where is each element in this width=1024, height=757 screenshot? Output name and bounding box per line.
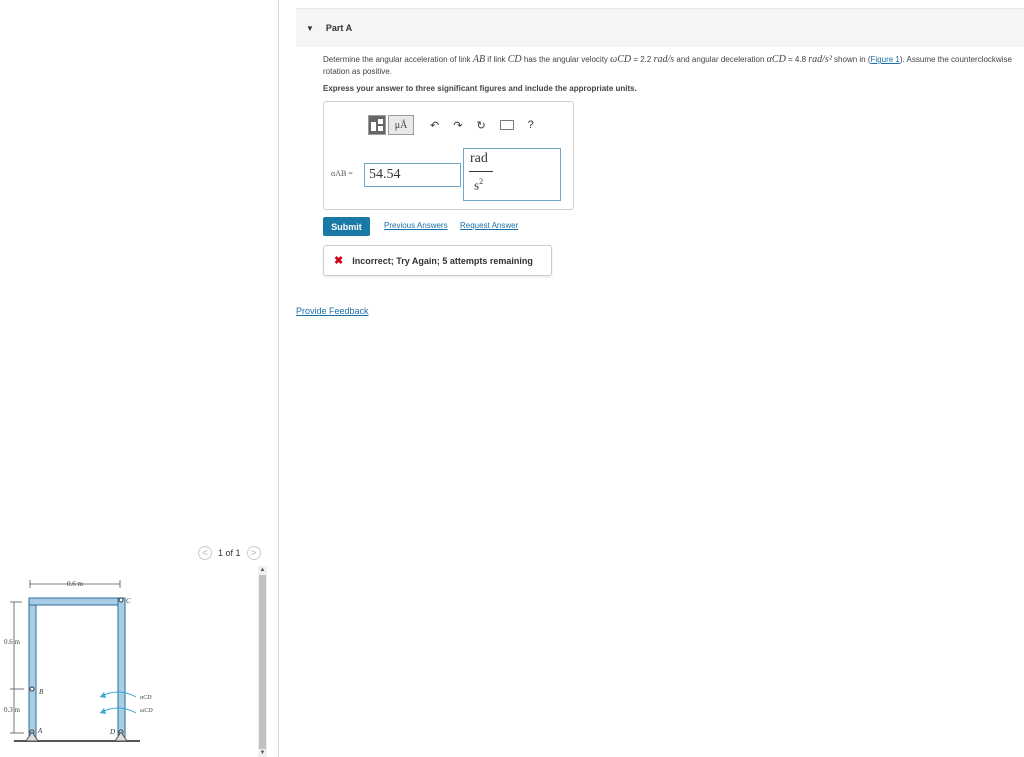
incorrect-icon: ✖ — [334, 255, 344, 267]
dim-left-lower-label: 0.3 m — [4, 706, 21, 714]
label-c: C — [126, 597, 131, 605]
submit-button[interactable]: Submit — [323, 217, 370, 236]
figure-link[interactable]: Figure 1 — [871, 55, 900, 64]
figure-pager: < 1 of 1 > — [198, 545, 261, 561]
question-text: Determine the angular acceleration of li… — [323, 54, 1012, 76]
figure-counter: 1 of 1 — [218, 548, 241, 558]
label-d: D — [109, 728, 115, 736]
scroll-down-arrow[interactable]: ▼ — [259, 749, 266, 757]
answer-label: αAB = — [331, 169, 353, 178]
dim-top-label: 0.6 m — [67, 580, 84, 588]
unit-fraction-bar — [469, 171, 493, 172]
figure-scrollbar[interactable]: ▲ ▼ — [258, 566, 267, 757]
request-answer-link[interactable]: Request Answer — [460, 221, 518, 230]
provide-feedback-link[interactable]: Provide Feedback — [296, 306, 369, 316]
alpha-cd-label: αCD — [140, 695, 152, 701]
units-button[interactable]: μÅ — [388, 115, 414, 135]
prev-figure-button[interactable]: < — [198, 546, 212, 560]
redo-icon[interactable]: ↷ — [453, 119, 462, 132]
figure-pane: < 1 of 1 > 0.6 m 0.6 m 0.3 m A B C D αCD… — [0, 0, 279, 757]
scroll-thumb[interactable] — [259, 575, 266, 749]
part-title: Part A — [325, 23, 353, 33]
instruction-text: Express your answer to three significant… — [323, 84, 637, 93]
dim-left-upper-label: 0.6 m — [4, 638, 21, 646]
reset-icon[interactable]: ↻ — [476, 119, 485, 132]
undo-icon[interactable]: ↶ — [430, 119, 439, 132]
value-input[interactable]: 54.54 — [364, 163, 461, 187]
feedback-text: Incorrect; Try Again; 5 attempts remaini… — [352, 255, 533, 266]
unit-numerator: rad — [470, 151, 488, 166]
label-b: B — [39, 688, 44, 696]
part-a-header[interactable]: ▼ Part A — [296, 8, 1024, 47]
unit-denominator: s2 — [474, 177, 484, 193]
help-icon[interactable]: ? — [528, 119, 534, 131]
next-figure-button[interactable]: > — [246, 546, 261, 560]
collapse-caret-icon[interactable]: ▼ — [306, 24, 314, 33]
omega-cd-label: ωCD — [140, 708, 153, 714]
previous-answers-link[interactable]: Previous Answers — [384, 221, 448, 230]
figure-diagram: 0.6 m 0.6 m 0.3 m A B C D αCD ωCD — [4, 580, 153, 742]
scroll-up-arrow[interactable]: ▲ — [259, 566, 266, 574]
feedback-message: ✖ Incorrect; Try Again; 5 attempts remai… — [323, 245, 552, 276]
keyboard-icon[interactable] — [499, 120, 514, 130]
label-a: A — [37, 727, 43, 735]
math-toolbar: μÅ ↶ ↷ ↻ ? — [368, 113, 534, 137]
template-button[interactable] — [368, 115, 386, 135]
